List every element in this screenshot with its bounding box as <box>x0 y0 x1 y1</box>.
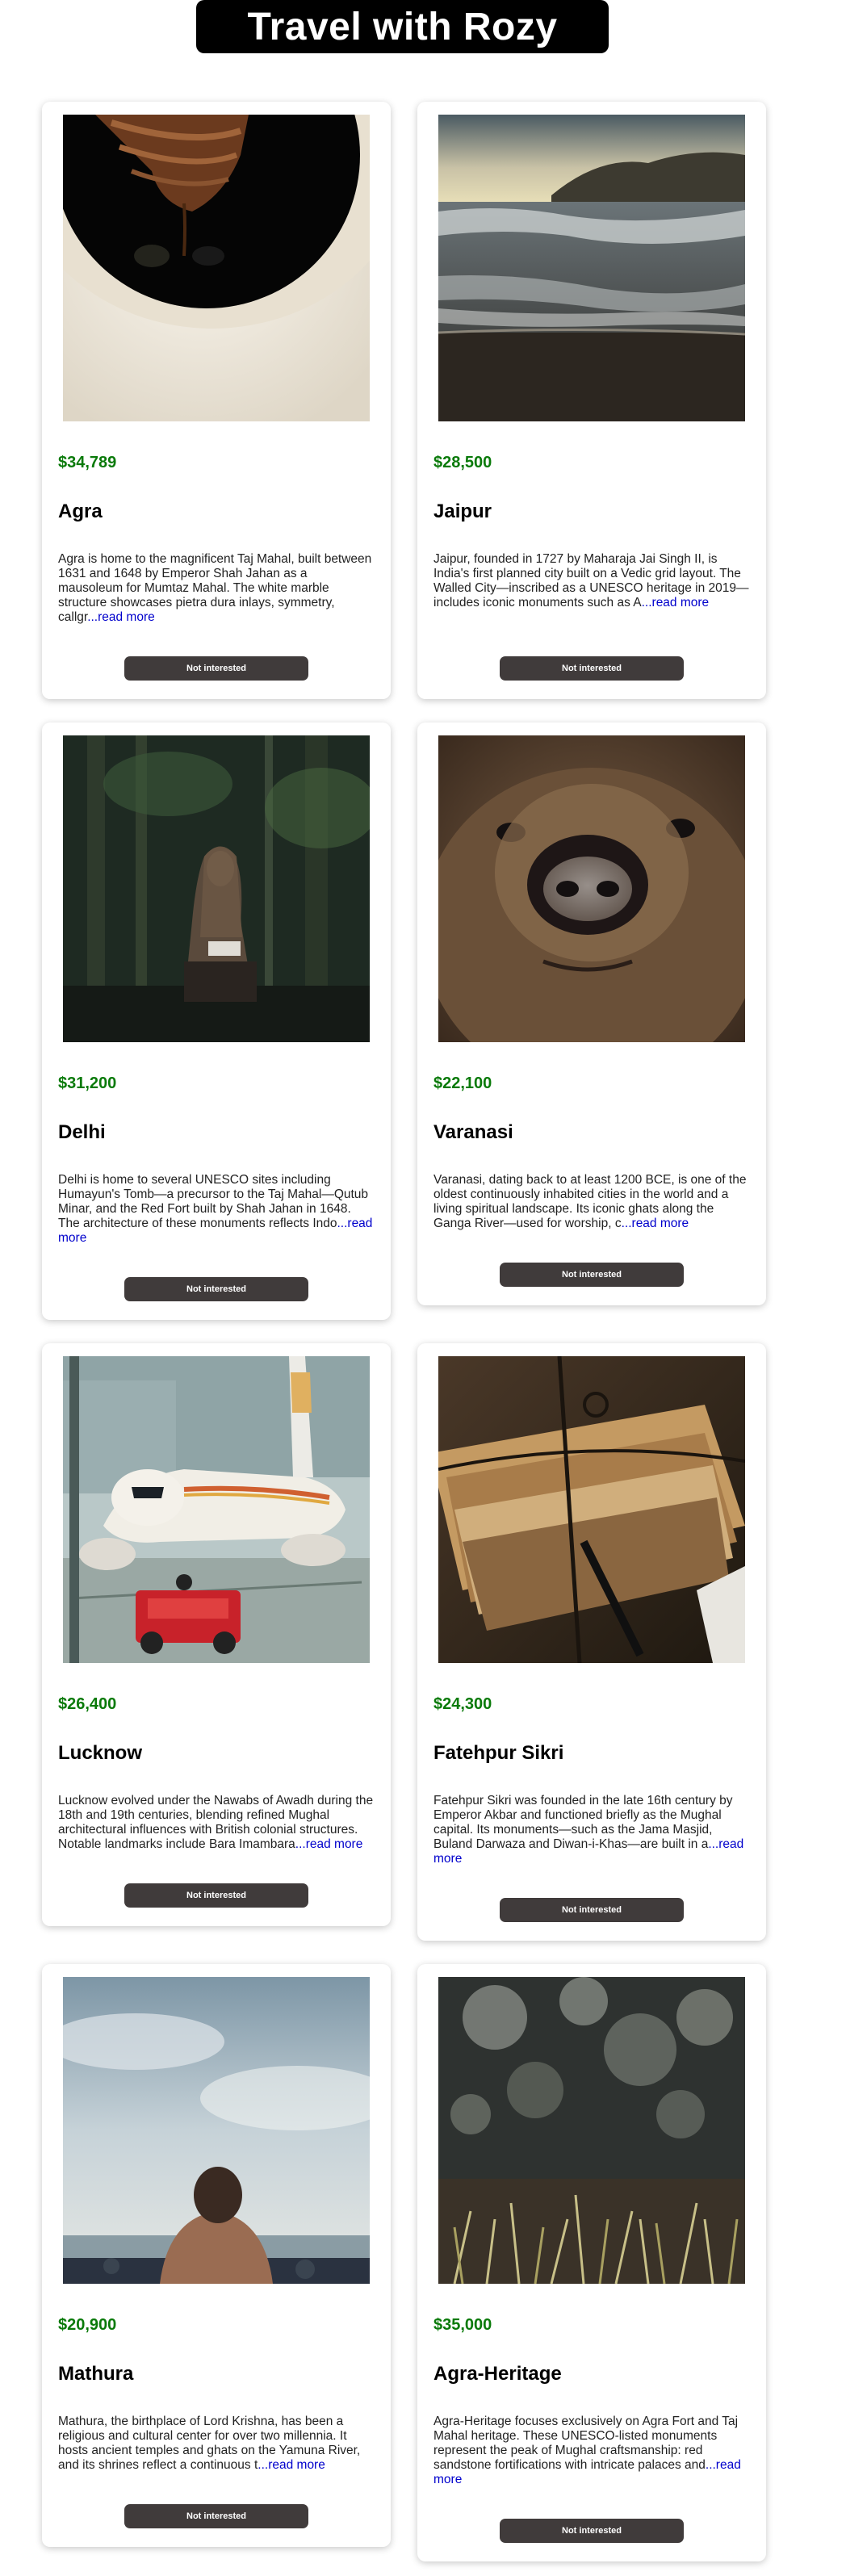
price-label: $26,400 <box>58 1695 117 1713</box>
not-interested-button[interactable]: Not interested <box>500 656 684 681</box>
not-interested-button[interactable]: Not interested <box>124 2504 308 2528</box>
destination-card-fatehpur-sikri: $24,300 Fatehpur Sikri Fatehpur Sikri wa… <box>417 1343 766 1941</box>
price-label: $22,100 <box>433 1074 492 1092</box>
read-more-link[interactable]: ...read more <box>258 2458 325 2472</box>
price-label: $31,200 <box>58 1074 117 1092</box>
not-interested-button[interactable]: Not interested <box>124 656 308 681</box>
bear-face-photo <box>438 735 745 1042</box>
description-text: Fatehpur Sikri was founded in the late 1… <box>433 1794 733 1851</box>
woman-in-forest-photo <box>63 735 370 1042</box>
destination-card-agra: $34,789 Agra Agra is home to the magnifi… <box>42 102 391 699</box>
destination-name: Agra-Heritage <box>433 2363 562 2385</box>
coffee-cup-photo <box>63 115 370 421</box>
site-header: Travel with Rozy <box>196 0 609 53</box>
destination-name: Fatehpur Sikri <box>433 1742 564 1764</box>
price-label: $24,300 <box>433 1695 492 1713</box>
price-label: $28,500 <box>433 454 492 471</box>
not-interested-button[interactable]: Not interested <box>500 2519 684 2543</box>
description-text: Delhi is home to several UNESCO sites in… <box>58 1173 369 1230</box>
destination-card-jaipur: $28,500 Jaipur Jaipur, founded in 1727 b… <box>417 102 766 699</box>
destination-description: Agra is home to the magnificent Taj Maha… <box>58 552 375 625</box>
site-title: Travel with Rozy <box>247 5 558 48</box>
destination-description: Agra-Heritage focuses exclusively on Agr… <box>433 2415 750 2487</box>
ocean-waves-photo <box>438 115 745 421</box>
destination-description: Mathura, the birthplace of Lord Krishna,… <box>58 2415 375 2473</box>
description-text: Varanasi, dating back to at least 1200 B… <box>433 1173 747 1230</box>
destination-description: Fatehpur Sikri was founded in the late 1… <box>433 1794 750 1866</box>
destination-card-lucknow: $26,400 Lucknow Lucknow evolved under th… <box>42 1343 391 1926</box>
destination-description: Jaipur, founded in 1727 by Maharaja Jai … <box>433 552 750 610</box>
description-text: Agra-Heritage focuses exclusively on Agr… <box>433 2415 739 2472</box>
airplane-photo <box>63 1356 370 1663</box>
tied-books-photo <box>438 1356 745 1663</box>
man-at-sea-photo <box>63 1977 370 2284</box>
destination-name: Mathura <box>58 2363 134 2385</box>
not-interested-button[interactable]: Not interested <box>500 1898 684 1922</box>
not-interested-button[interactable]: Not interested <box>124 1883 308 1908</box>
read-more-link[interactable]: ...read more <box>622 1217 689 1230</box>
destination-name: Varanasi <box>433 1121 513 1143</box>
read-more-link[interactable]: ...read more <box>642 596 710 609</box>
not-interested-button[interactable]: Not interested <box>500 1263 684 1287</box>
destination-name: Delhi <box>58 1121 106 1143</box>
destination-name: Lucknow <box>58 1742 143 1764</box>
destination-card-varanasi: $22,100 Varanasi Varanasi, dating back t… <box>417 723 766 1305</box>
price-label: $34,789 <box>58 454 117 471</box>
destination-description: Varanasi, dating back to at least 1200 B… <box>433 1173 750 1231</box>
read-more-link[interactable]: ...read more <box>87 610 155 624</box>
destination-name: Agra <box>58 501 103 522</box>
price-label: $35,000 <box>433 2316 492 2334</box>
destination-description: Lucknow evolved under the Nawabs of Awad… <box>58 1794 375 1852</box>
destination-card-delhi: $31,200 Delhi Delhi is home to several U… <box>42 723 391 1320</box>
destination-description: Delhi is home to several UNESCO sites in… <box>58 1173 375 1246</box>
price-label: $20,900 <box>58 2316 117 2334</box>
grass-bokeh-photo <box>438 1977 745 2284</box>
read-more-link[interactable]: ...read more <box>295 1837 363 1851</box>
destination-name: Jaipur <box>433 501 492 522</box>
destination-card-agra-heritage: $35,000 Agra-Heritage Agra-Heritage focu… <box>417 1964 766 2561</box>
destination-card-mathura: $20,900 Mathura Mathura, the birthplace … <box>42 1964 391 2547</box>
not-interested-button[interactable]: Not interested <box>124 1277 308 1301</box>
